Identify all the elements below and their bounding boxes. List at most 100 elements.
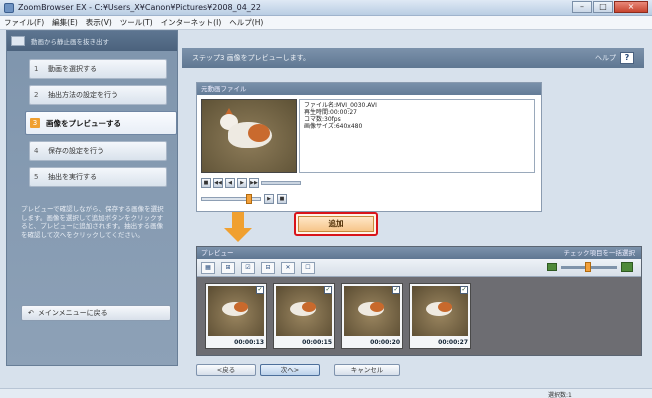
step-1[interactable]: 1 動画を選択する bbox=[29, 59, 167, 79]
video-frame-icon bbox=[11, 36, 25, 46]
frame-timecode: 00:00:13 bbox=[234, 339, 264, 346]
menu-internet[interactable]: インターネット(I) bbox=[161, 17, 222, 28]
next-button[interactable]: 次へ> bbox=[260, 364, 320, 376]
step-number: 4 bbox=[34, 147, 39, 155]
step-number: 2 bbox=[34, 91, 39, 99]
zoom-handle[interactable] bbox=[585, 261, 591, 272]
step-label: 抽出を実行する bbox=[48, 173, 97, 181]
menu-file[interactable]: ファイル(F) bbox=[4, 17, 44, 28]
play-icon[interactable]: ▶ bbox=[237, 178, 247, 188]
step-label: 画像をプレビューする bbox=[46, 118, 121, 128]
step-number: 1 bbox=[34, 65, 39, 73]
cancel-button[interactable]: キャンセル bbox=[334, 364, 400, 376]
frame-checkbox[interactable]: ✓ bbox=[256, 286, 264, 294]
large-thumbnail-icon[interactable] bbox=[621, 262, 633, 272]
step-description: プレビューで確認しながら、保存する画像を選択します。画像を選択して追加ボタンをク… bbox=[21, 205, 164, 239]
seek-bar[interactable] bbox=[201, 194, 261, 204]
step-label: 抽出方法の設定を行う bbox=[48, 91, 118, 99]
app-icon bbox=[4, 3, 14, 13]
image-size: 画像サイズ:640x480 bbox=[304, 123, 363, 130]
preview-toolbar: ▦ ⊞ ☑ ⊟ ✕ ☐ bbox=[197, 259, 641, 277]
step-5[interactable]: 5 抽出を実行する bbox=[29, 167, 167, 187]
step-2[interactable]: 2 抽出方法の設定を行う bbox=[29, 85, 167, 105]
seek-play-icon[interactable]: ▶ bbox=[264, 194, 274, 204]
wizard-navigation: <戻る 次へ> キャンセル bbox=[196, 364, 642, 378]
cat-patch bbox=[370, 302, 384, 312]
rewind-icon[interactable]: ◀◀ bbox=[213, 178, 223, 188]
preview-header: プレビュー チェック項目を一括選択 bbox=[197, 247, 641, 259]
sidebar-title: 動画から静止画を抜き出す bbox=[31, 38, 109, 46]
frame-timecode: 00:00:20 bbox=[370, 339, 400, 346]
down-arrow-head-icon bbox=[224, 228, 252, 242]
back-menu-label: メインメニューに戻る bbox=[37, 309, 108, 317]
movie-preview-image bbox=[201, 99, 297, 173]
uncheck-all-icon[interactable]: ⊟ bbox=[261, 261, 275, 274]
frame-thumbnail[interactable]: ✓ 00:00:20 bbox=[341, 283, 403, 349]
window-title: ZoomBrowser EX - C:¥Users_X¥Canon¥Pictur… bbox=[18, 3, 261, 12]
cat-patch bbox=[234, 302, 248, 312]
maximize-button[interactable]: □ bbox=[593, 1, 613, 13]
delete-icon[interactable]: ✕ bbox=[281, 261, 295, 274]
source-movie-panel: 元動画ファイル ファイル名:MVI_0030.AVI 再生時間:00:00:27… bbox=[196, 82, 542, 212]
cat-patch bbox=[302, 302, 316, 312]
frame-timecode: 00:00:27 bbox=[438, 339, 468, 346]
content-title: ステップ3 画像をプレビューします。 bbox=[192, 54, 310, 62]
menu-tools[interactable]: ツール(T) bbox=[120, 17, 153, 28]
frame-list: ✓ 00:00:13 ✓ 00:00:15 ✓ 00:00:20 ✓ 00:00… bbox=[197, 277, 641, 355]
check-all-icon[interactable]: ☑ bbox=[241, 261, 255, 274]
frame-checkbox[interactable]: ✓ bbox=[392, 286, 400, 294]
minimize-button[interactable]: – bbox=[572, 1, 592, 13]
volume-slider[interactable] bbox=[261, 181, 301, 185]
source-movie-title: 元動画ファイル bbox=[197, 83, 541, 95]
frame-thumbnail[interactable]: ✓ 00:00:27 bbox=[409, 283, 471, 349]
close-button[interactable]: × bbox=[614, 1, 648, 13]
window-controls: – □ × bbox=[572, 1, 648, 13]
select-all-checked-link[interactable]: チェック項目を一括選択 bbox=[564, 247, 636, 259]
add-button[interactable]: 追加 bbox=[298, 216, 374, 232]
back-button[interactable]: <戻る bbox=[196, 364, 256, 376]
player-controls: ■ ◀◀ ◀ ▶ ▶▶ bbox=[201, 177, 301, 189]
menu-view[interactable]: 表示(V) bbox=[86, 17, 112, 28]
sidebar-header: 動画から静止画を抜き出す bbox=[7, 31, 177, 51]
file-name: ファイル名:MVI_0030.AVI bbox=[304, 102, 377, 109]
title-bar: ZoomBrowser EX - C:¥Users_X¥Canon¥Pictur… bbox=[0, 0, 652, 16]
step-list: 1 動画を選択する 2 抽出方法の設定を行う 3 画像をプレビューする 4 保存… bbox=[7, 51, 177, 187]
step-4[interactable]: 4 保存の設定を行う bbox=[29, 141, 167, 161]
selection-count: 選択数:1 bbox=[548, 392, 572, 398]
sidebar: 動画から静止画を抜き出す 1 動画を選択する 2 抽出方法の設定を行う 3 画像… bbox=[6, 30, 178, 366]
zoom-slider[interactable] bbox=[561, 261, 617, 272]
status-bar: 選択数:1 bbox=[0, 388, 652, 398]
step-label: 動画を選択する bbox=[48, 65, 97, 73]
cat-patch bbox=[438, 302, 452, 312]
stop-icon[interactable]: ■ bbox=[201, 178, 211, 188]
frame-rate: コマ数:30fps bbox=[304, 116, 341, 123]
clear-icon[interactable]: ☐ bbox=[301, 261, 315, 274]
play-time: 再生時間:00:00:27 bbox=[304, 109, 357, 116]
menu-help[interactable]: ヘルプ(H) bbox=[229, 17, 263, 28]
view-mode-icon[interactable]: ▦ bbox=[201, 261, 215, 274]
content-header: ステップ3 画像をプレビューします。 ヘルプ ? bbox=[182, 48, 644, 68]
seek-handle[interactable] bbox=[246, 194, 252, 204]
menu-edit[interactable]: 編集(E) bbox=[52, 17, 78, 28]
help-label[interactable]: ヘルプ bbox=[595, 53, 616, 63]
step-number: 3 bbox=[30, 118, 40, 128]
back-to-main-menu-button[interactable]: ↶ メインメニューに戻る bbox=[21, 305, 171, 321]
small-thumbnail-icon[interactable] bbox=[547, 263, 557, 271]
seek-stop-icon[interactable]: ■ bbox=[277, 194, 287, 204]
frame-thumbnail[interactable]: ✓ 00:00:15 bbox=[273, 283, 335, 349]
frame-checkbox[interactable]: ✓ bbox=[460, 286, 468, 294]
thumbnail-zoom bbox=[547, 261, 633, 272]
help-area: ヘルプ ? bbox=[595, 52, 634, 64]
frame-checkbox[interactable]: ✓ bbox=[324, 286, 332, 294]
preview-panel: プレビュー チェック項目を一括選択 ▦ ⊞ ☑ ⊟ ✕ ☐ ✓ 00:00:13… bbox=[196, 246, 642, 356]
fast-forward-icon[interactable]: ▶▶ bbox=[249, 178, 259, 188]
step-3-active[interactable]: 3 画像をプレビューする bbox=[25, 111, 177, 135]
cat-patch bbox=[248, 124, 270, 142]
step-back-icon[interactable]: ◀ bbox=[225, 178, 235, 188]
grid-view-icon[interactable]: ⊞ bbox=[221, 261, 235, 274]
frame-timecode: 00:00:15 bbox=[302, 339, 332, 346]
frame-thumbnail[interactable]: ✓ 00:00:13 bbox=[205, 283, 267, 349]
help-icon[interactable]: ? bbox=[620, 52, 634, 64]
back-arrow-icon: ↶ bbox=[28, 309, 34, 317]
menu-bar: ファイル(F) 編集(E) 表示(V) ツール(T) インターネット(I) ヘル… bbox=[0, 16, 652, 30]
